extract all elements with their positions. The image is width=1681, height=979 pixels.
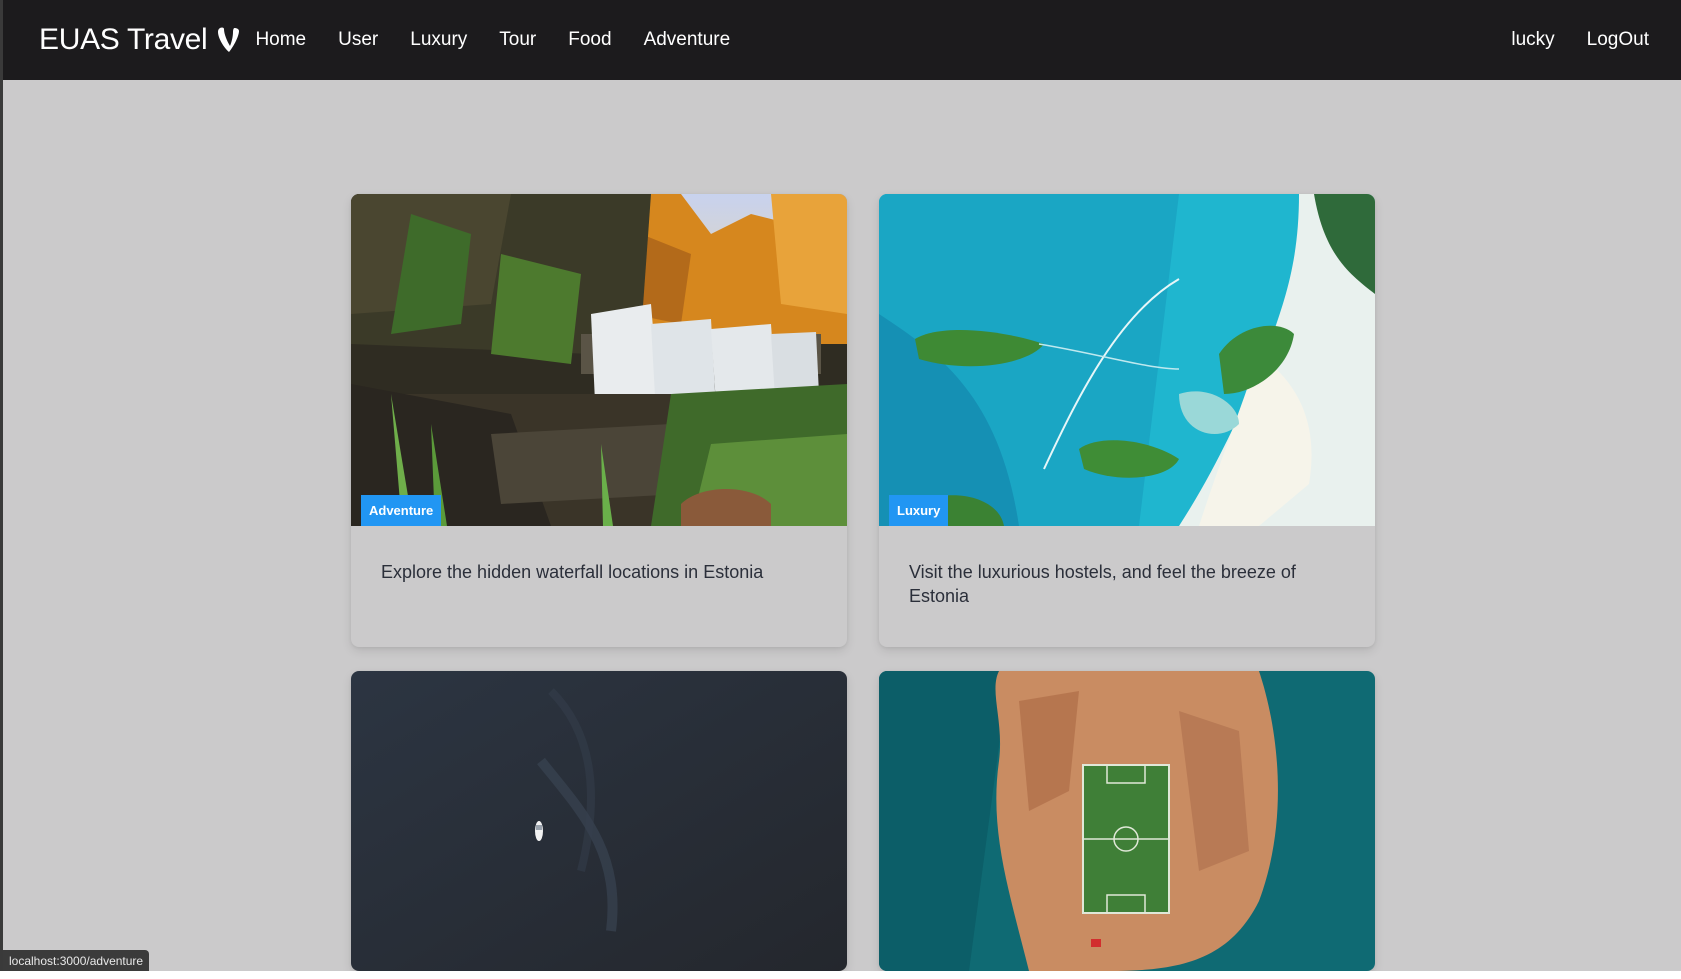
nav-user-name[interactable]: lucky	[1511, 29, 1554, 51]
card-title: Visit the luxurious hostels, and feel th…	[909, 562, 1296, 606]
card-island[interactable]	[879, 671, 1375, 971]
user-nav: lucky LogOut	[1479, 29, 1649, 51]
nav-link-adventure[interactable]: Adventure	[644, 29, 731, 51]
typo3-logo-icon	[218, 27, 240, 52]
category-badge[interactable]: Luxury	[889, 495, 949, 526]
card-image-islands: Luxury	[879, 194, 1375, 526]
top-navbar: EUAS Travel Home User Luxury Tour Food A…	[3, 0, 1681, 80]
card-ocean[interactable]	[351, 671, 847, 971]
nav-link-user[interactable]: User	[338, 29, 378, 51]
card-image-waterfall: Adventure	[351, 194, 847, 526]
nav-link-food[interactable]: Food	[568, 29, 611, 51]
card-image-island-field	[879, 671, 1375, 971]
status-bar-url: localhost:3000/adventure	[3, 950, 150, 972]
brand-name: EUAS Travel	[39, 23, 208, 56]
card-grid: Adventure Explore the hidden waterfall l…	[351, 194, 1375, 971]
card-luxury[interactable]: Luxury Visit the luxurious hostels, and …	[879, 194, 1375, 647]
main-nav: Home User Luxury Tour Food Adventure	[255, 29, 762, 51]
logout-link[interactable]: LogOut	[1587, 29, 1649, 51]
card-adventure[interactable]: Adventure Explore the hidden waterfall l…	[351, 194, 847, 647]
nav-link-luxury[interactable]: Luxury	[410, 29, 467, 51]
main-content: Adventure Explore the hidden waterfall l…	[3, 80, 1681, 971]
nav-link-tour[interactable]: Tour	[499, 29, 536, 51]
card-title: Explore the hidden waterfall locations i…	[381, 562, 764, 582]
card-image-ocean-boat	[351, 671, 847, 971]
brand-logo-link[interactable]: EUAS Travel	[39, 23, 241, 57]
nav-link-home[interactable]: Home	[255, 29, 306, 51]
window-bottom-strip	[0, 971, 1681, 979]
category-badge[interactable]: Adventure	[361, 495, 442, 526]
